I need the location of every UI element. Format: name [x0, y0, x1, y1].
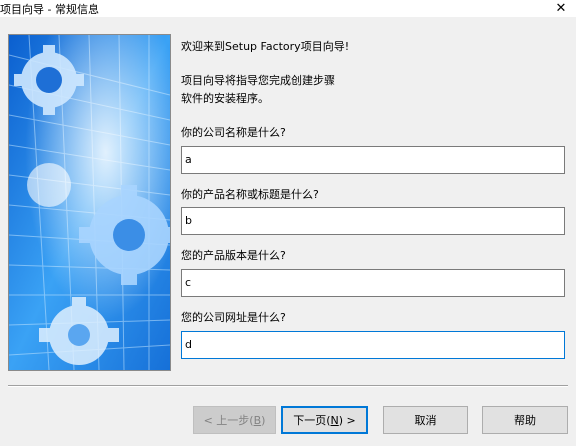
next-button-prefix: 下一页(	[293, 414, 331, 427]
next-button-suffix: ) >	[338, 413, 356, 427]
cancel-button-label: 取消	[414, 414, 437, 427]
product-version-input[interactable]: c	[181, 269, 565, 297]
company-website-label: 您的公司网址是什么?	[181, 311, 286, 324]
close-button[interactable]: ✕	[546, 0, 576, 17]
back-button-suffix: )	[261, 413, 266, 427]
window-title: 项目向导 - 常规信息	[0, 3, 99, 16]
product-name-label: 你的产品名称或标题是什么?	[181, 188, 319, 201]
cancel-button[interactable]: 取消	[383, 406, 468, 434]
back-button-prefix: < 上一步(	[203, 414, 254, 427]
product-version-label: 您的产品版本是什么?	[181, 249, 286, 262]
company-name-label: 你的公司名称是什么?	[181, 126, 286, 139]
back-button-key: B	[253, 413, 262, 427]
intro-text-line2: 软件的安装程序。	[181, 92, 269, 105]
help-button-label: 帮助	[514, 414, 536, 427]
gears-banner-image	[8, 34, 171, 371]
company-website-input[interactable]: d	[181, 331, 565, 359]
separator	[8, 385, 568, 387]
intro-text-line1: 项目向导将指导您完成创建步骤	[181, 74, 335, 87]
next-button[interactable]: 下一页(N) >	[281, 406, 368, 434]
product-name-input[interactable]: b	[181, 207, 565, 235]
help-button[interactable]: 帮助	[482, 406, 568, 434]
close-icon: ✕	[555, 1, 567, 16]
next-button-key: N	[330, 413, 339, 427]
back-button[interactable]: < 上一步(B)	[193, 406, 276, 434]
welcome-text: 欢迎来到Setup Factory项目向导!	[181, 40, 350, 53]
company-name-input[interactable]: a	[181, 146, 565, 174]
title-bar: 项目向导 - 常规信息 ✕	[0, 0, 576, 17]
